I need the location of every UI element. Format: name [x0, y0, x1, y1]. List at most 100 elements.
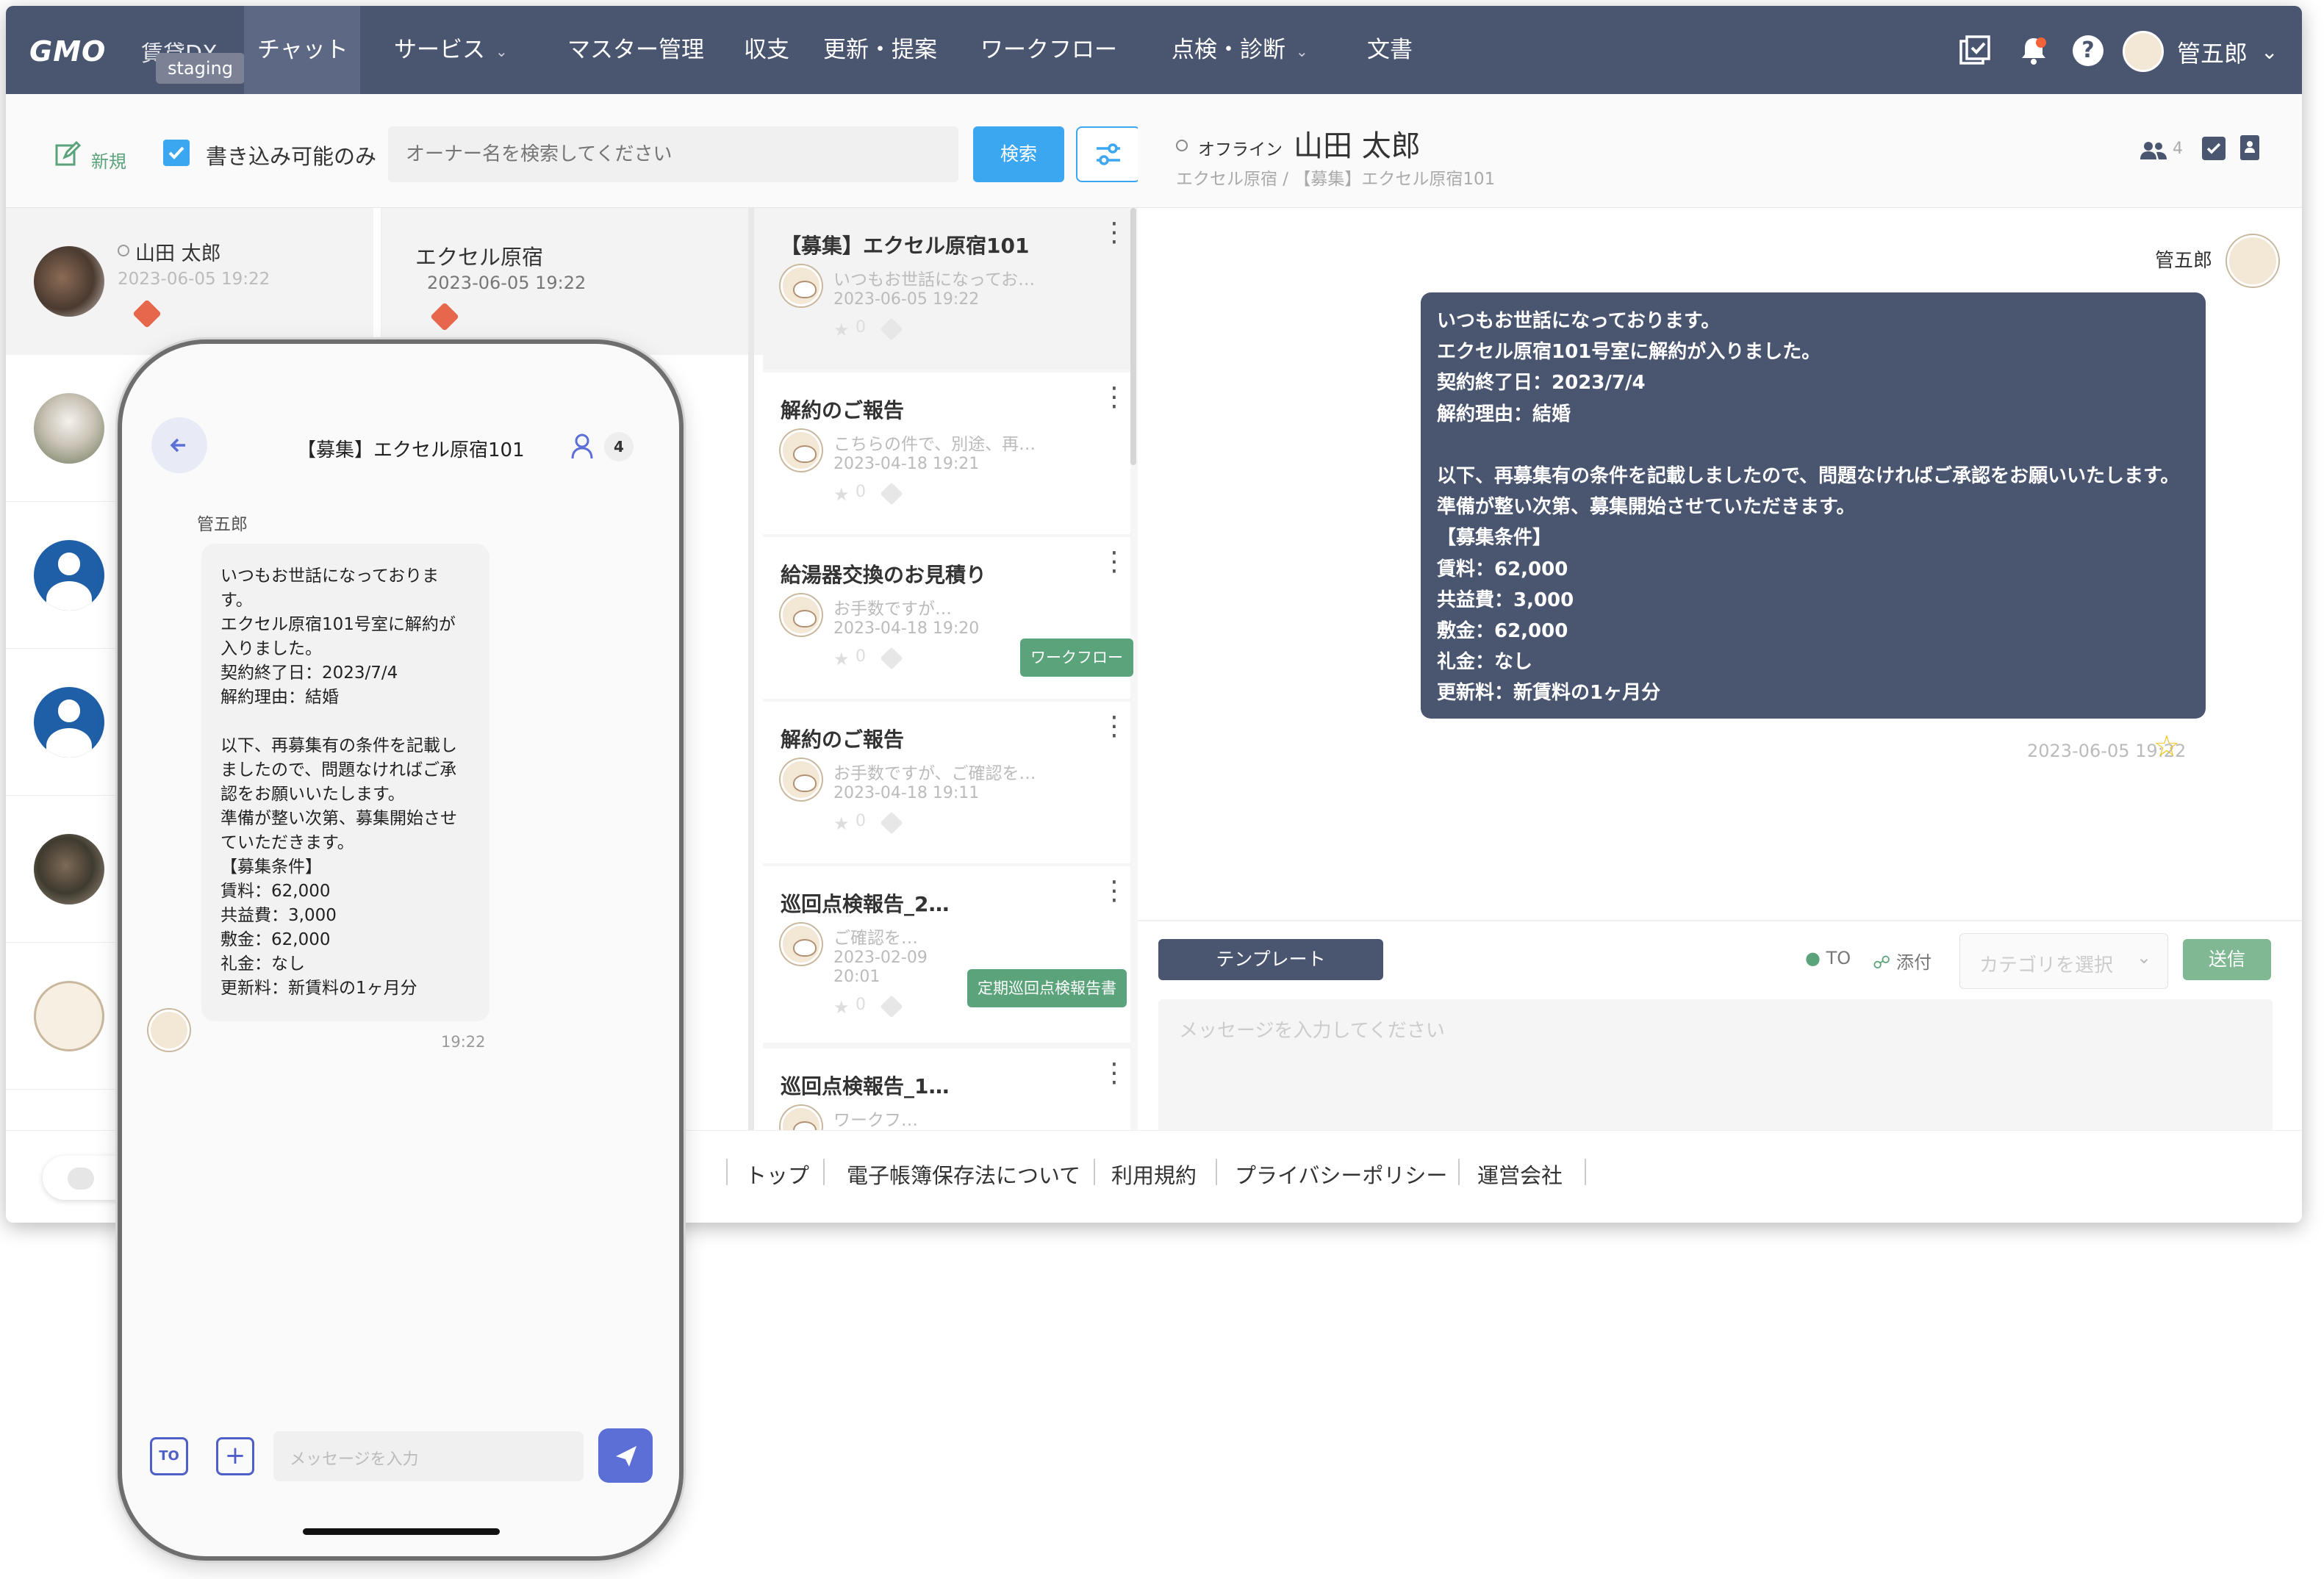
- nav-item-chat[interactable]: チャット: [244, 6, 360, 94]
- phone-message-input[interactable]: メッセージを入力: [273, 1431, 584, 1481]
- nav-item-workflow[interactable]: ワークフロー: [980, 6, 1117, 94]
- message-line: 認をお願いいたします。: [220, 785, 405, 804]
- more-options-icon[interactable]: ⋮: [1101, 549, 1127, 575]
- thread-title: 解約のご報告: [781, 727, 905, 752]
- chat-header: オフライン 山田 太郎 エクセル原宿 / 【募集】エクセル原宿101 4: [1138, 94, 2302, 208]
- notification-bell-icon[interactable]: [2017, 34, 2051, 68]
- phone-send-button[interactable]: [598, 1428, 653, 1483]
- more-options-icon[interactable]: ⋮: [1101, 713, 1127, 740]
- thread-item[interactable]: 解約のご報告 ⋮ お手数ですが、ご確認を… 2023-04-18 19:11 ★…: [763, 702, 1130, 863]
- property-item-selected[interactable]: エクセル原宿 2023-06-05 19:22: [381, 208, 763, 355]
- mention-to-button[interactable]: ● TO: [1805, 948, 1851, 968]
- task-check-icon[interactable]: [1958, 34, 1992, 68]
- phone-add-button[interactable]: +: [216, 1437, 254, 1475]
- members-icon[interactable]: [2139, 140, 2168, 162]
- message-line: 共益費：3,000: [220, 906, 337, 925]
- search-button[interactable]: 検索: [973, 126, 1064, 182]
- chevron-down-icon: ⌄: [2137, 947, 2152, 968]
- thread-item[interactable]: 【募集】エクセル原宿101 ⋮ いつもお世話になってお… 2023-06-05 …: [763, 208, 1130, 370]
- footer-link-top[interactable]: トップ: [745, 1159, 809, 1190]
- sender-name: 管五郎: [2155, 250, 2213, 272]
- owner-search-toolbar: 新規 書き込み可能のみ 検索: [6, 94, 1141, 208]
- star-icon[interactable]: ★: [833, 320, 850, 340]
- phone-to-button[interactable]: TO: [150, 1437, 188, 1475]
- person-icon: [34, 687, 104, 758]
- writable-only-checkbox[interactable]: [163, 140, 190, 166]
- message-line: いつもお世話になっております。: [1437, 310, 1721, 332]
- message-line: 解約理由：結婚: [1437, 403, 1571, 425]
- owner-date: 2023-06-05 19:22: [118, 270, 270, 289]
- tag-icon: [880, 317, 903, 341]
- nav-item-service[interactable]: サービス ⌄: [394, 6, 508, 94]
- send-button[interactable]: 送信: [2183, 939, 2271, 980]
- property-tag-icon: [430, 302, 459, 331]
- favorite-star-icon[interactable]: ☆: [2153, 732, 2180, 761]
- owner-avatar: [34, 393, 104, 464]
- brand-logo[interactable]: GMO 賃貸DX staging: [24, 6, 245, 94]
- message-line: エクセル原宿101号室に解約が入りました。: [1437, 341, 1821, 364]
- nav-item-label: マスター管理: [567, 37, 704, 63]
- thread-item[interactable]: 解約のご報告 ⋮ こちらの件で、別途、再… 2023-04-18 19:21 ★…: [763, 373, 1130, 534]
- star-count: 0: [856, 647, 866, 666]
- user-avatar[interactable]: [2123, 31, 2164, 72]
- chevron-down-icon: ⌄: [495, 42, 508, 60]
- nav-item-documents[interactable]: 文書: [1367, 6, 1413, 94]
- more-options-icon[interactable]: ⋮: [1101, 878, 1127, 904]
- star-count: 0: [856, 996, 866, 1014]
- footer-separator: [1094, 1159, 1095, 1185]
- category-select[interactable]: カテゴリを選択 ⌄: [1959, 933, 2168, 989]
- owner-item-selected[interactable]: 山田 太郎 2023-06-05 19:22: [6, 208, 373, 355]
- task-check-icon[interactable]: [2202, 137, 2226, 160]
- star-icon[interactable]: ★: [833, 649, 850, 669]
- attach-button[interactable]: ☍ 添付: [1873, 948, 1932, 974]
- thread-item[interactable]: 巡回点検報告_2… ⋮ ご確認を… 2023-02-09 20:01 ★ 0 定…: [763, 866, 1130, 1043]
- user-name[interactable]: 管五郎: [2177, 35, 2248, 69]
- member-icon[interactable]: [570, 432, 597, 461]
- more-options-icon[interactable]: ⋮: [1101, 384, 1127, 411]
- thread-item[interactable]: 給湯器交換のお見積り ⋮ お手数ですが… 2023-04-18 19:20 ★ …: [763, 537, 1133, 699]
- workflow-tag[interactable]: ワークフロー: [1020, 639, 1133, 677]
- footer-link-privacy[interactable]: プライバシーポリシー: [1235, 1159, 1447, 1190]
- star-count: 0: [856, 483, 866, 501]
- thread-scrollbar[interactable]: [1130, 208, 1136, 465]
- star-icon[interactable]: ★: [833, 484, 850, 505]
- nav-item-balance[interactable]: 収支: [744, 6, 789, 94]
- tag-icon: [880, 995, 903, 1018]
- star-icon[interactable]: ★: [833, 813, 850, 834]
- inspection-report-tag[interactable]: 定期巡回点検報告書: [967, 969, 1127, 1007]
- help-icon[interactable]: ?: [2073, 35, 2104, 66]
- thread-item[interactable]: 巡回点検報告_1… ⋮ ワークフ…: [763, 1049, 1130, 1130]
- more-options-icon[interactable]: ⋮: [1101, 220, 1127, 246]
- owner-search-input[interactable]: [388, 126, 958, 182]
- star-icon[interactable]: ★: [833, 997, 850, 1018]
- footer-separator: [823, 1159, 825, 1185]
- more-options-icon[interactable]: ⋮: [1101, 1060, 1127, 1087]
- nav-item-inspection[interactable]: 点検・診断 ⌄: [1172, 6, 1308, 94]
- sender-avatar: [2227, 235, 2278, 287]
- message-line: エクセル原宿101号室に解約が: [220, 615, 456, 634]
- to-label: TO: [1826, 948, 1851, 968]
- footer-link-company[interactable]: 運営会社: [1477, 1159, 1563, 1190]
- thread-preview: お手数ですが、ご確認を…: [833, 764, 1036, 783]
- template-button[interactable]: テンプレート: [1158, 939, 1383, 980]
- chat-panel: オフライン 山田 太郎 エクセル原宿 / 【募集】エクセル原宿101 4 管五郎…: [1138, 94, 2302, 1137]
- filter-settings-button[interactable]: [1076, 126, 1141, 182]
- contact-card-icon[interactable]: [2240, 135, 2259, 160]
- message-line: ましたので、問題なければご承: [220, 760, 457, 780]
- thread-preview: ワークフ…: [833, 1111, 918, 1130]
- chat-breadcrumb[interactable]: エクセル原宿 / 【募集】エクセル原宿101: [1176, 165, 1495, 190]
- thread-date: 2023-06-05 19:22: [833, 290, 980, 309]
- message-input[interactable]: メッセージを入力してください: [1158, 999, 2273, 1137]
- paperclip-icon: ☍: [1873, 952, 1891, 973]
- footer-link-e-book[interactable]: 電子帳簿保存法について: [847, 1159, 1080, 1190]
- footer-link-terms[interactable]: 利用規約: [1111, 1159, 1197, 1190]
- phone-mockup: 【募集】エクセル原宿101 4 管五郎 いつもお世話になっておりま す。 エクセ…: [118, 339, 684, 1561]
- footer-separator: [1458, 1159, 1460, 1185]
- nav-item-master[interactable]: マスター管理: [567, 6, 704, 94]
- back-button[interactable]: [151, 417, 207, 473]
- chat-status: オフライン: [1198, 140, 1283, 159]
- property-name: エクセル原宿: [415, 245, 544, 270]
- footer-separator: [1585, 1159, 1586, 1185]
- nav-item-renewal[interactable]: 更新・提案: [823, 6, 937, 94]
- chevron-down-icon[interactable]: ⌄: [2261, 40, 2278, 64]
